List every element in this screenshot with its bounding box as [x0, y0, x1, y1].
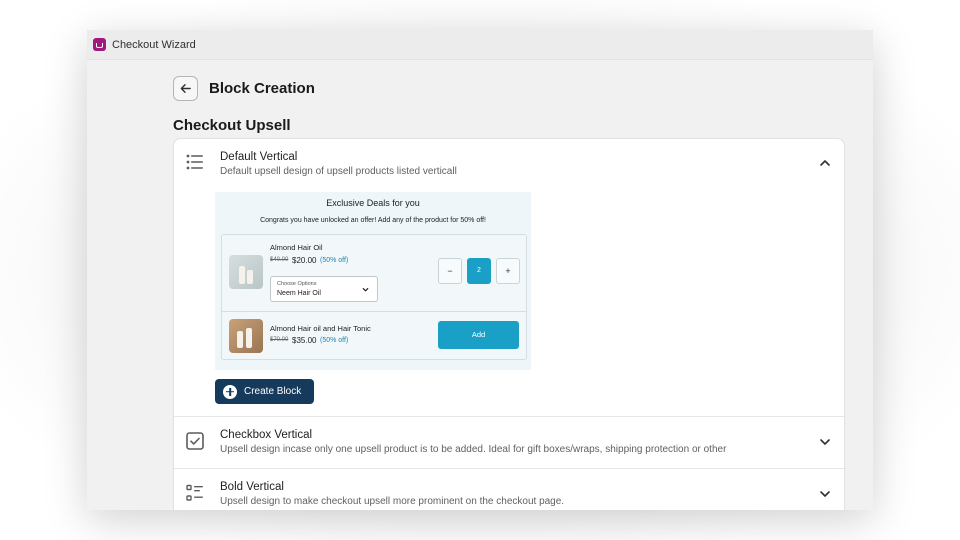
upsell-preview: Exclusive Deals for you Congrats you hav… — [215, 192, 531, 370]
quantity-decrease-button[interactable]: − — [438, 258, 462, 284]
accordion-item-checkbox-vertical[interactable]: Checkbox Vertical Upsell design incase o… — [174, 417, 844, 469]
product-new-price: $20.00 — [292, 256, 317, 265]
page-title: Block Creation — [209, 80, 315, 97]
accordion-description: Upsell design to make checkout upsell mo… — [220, 496, 565, 507]
bottle-shape — [239, 266, 245, 284]
product-discount: (50% off) — [320, 256, 349, 264]
divider — [222, 311, 526, 312]
chevron-down-icon — [362, 288, 369, 292]
bottle-shape — [247, 270, 253, 284]
bottle-shape — [246, 328, 252, 348]
accordion-title: Bold Vertical — [220, 481, 284, 493]
product-new-price: $35.00 — [292, 336, 317, 345]
quantity-increase-button[interactable]: + — [496, 258, 520, 284]
arrow-left-icon — [180, 84, 191, 93]
chevron-down-icon — [820, 491, 830, 497]
product-name: Almond Hair oil and Hair Tonic — [270, 324, 371, 333]
select-label: Choose Options — [277, 281, 317, 287]
create-block-label: Create Block — [244, 386, 302, 397]
bold-list-icon — [186, 484, 203, 501]
preview-product-list: Almond Hair Oil $40.00 $20.00 (50% off) … — [221, 234, 527, 360]
select-value: Neem Hair Oil — [277, 290, 321, 297]
accordion-item-default-vertical: Default Vertical Default upsell design o… — [174, 139, 844, 417]
page-header: Block Creation — [173, 76, 315, 101]
app-logo-icon — [93, 38, 106, 51]
plus-circle-icon — [223, 384, 237, 399]
title-bar: Checkout Wizard — [87, 30, 873, 60]
product-name: Almond Hair Oil — [270, 243, 323, 252]
chevron-up-icon — [820, 160, 830, 166]
product-old-price: $40.00 — [270, 257, 289, 263]
preview-subtitle: Congrats you have unlocked an offer! Add… — [260, 217, 486, 224]
product-discount: (50% off) — [320, 336, 349, 344]
preview-title: Exclusive Deals for you — [326, 198, 420, 208]
product-image — [229, 319, 263, 353]
accordion-item-bold-vertical[interactable]: Bold Vertical Upsell design to make chec… — [174, 469, 844, 510]
checkbox-icon — [186, 432, 204, 450]
chevron-down-icon — [820, 439, 830, 445]
section-title: Checkout Upsell — [173, 117, 291, 134]
create-block-button[interactable]: Create Block — [215, 379, 314, 404]
app-title: Checkout Wizard — [112, 38, 196, 51]
variant-select[interactable]: Choose Options Neem Hair Oil — [270, 276, 378, 302]
upsell-accordion: Default Vertical Default upsell design o… — [173, 138, 845, 510]
accordion-title: Default Vertical — [220, 151, 298, 163]
accordion-description: Default upsell design of upsell products… — [220, 166, 457, 177]
product-old-price: $70.00 — [270, 337, 289, 343]
quantity-value: 2 — [467, 258, 491, 284]
product-image — [229, 255, 263, 289]
accordion-description: Upsell design incase only one upsell pro… — [220, 444, 727, 455]
accordion-header-default-vertical[interactable]: Default Vertical Default upsell design o… — [174, 139, 844, 183]
bottle-shape — [237, 331, 243, 348]
accordion-title: Checkbox Vertical — [220, 429, 313, 441]
app-window: Checkout Wizard Block Creation Checkout … — [87, 30, 873, 510]
back-button[interactable] — [173, 76, 198, 101]
add-product-button[interactable]: Add — [438, 321, 519, 349]
